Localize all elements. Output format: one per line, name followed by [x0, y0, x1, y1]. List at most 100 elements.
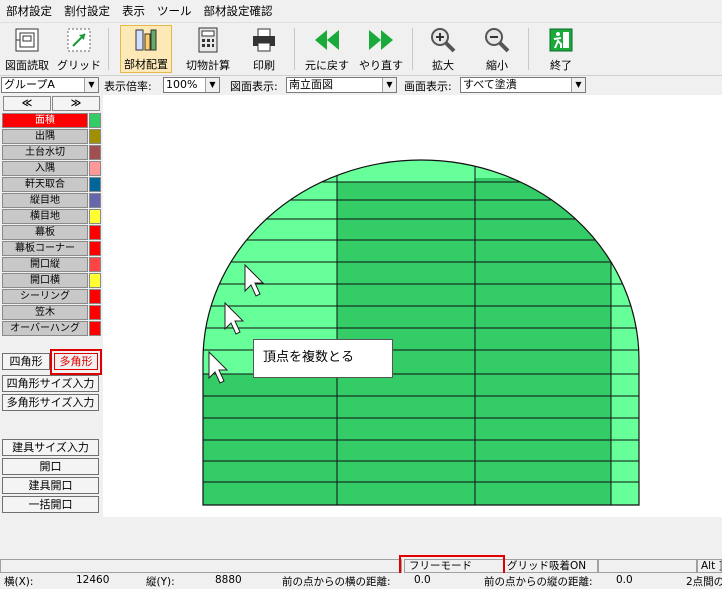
member-row[interactable]: 縦目地 [2, 193, 101, 208]
member-name[interactable]: 入隅 [2, 161, 88, 176]
member-row[interactable]: 出隅 [2, 129, 101, 144]
alt-status: Alt ] [697, 559, 722, 573]
member-name[interactable]: シーリング [2, 289, 88, 304]
drawing-canvas[interactable]: 頂点を複数とる [103, 95, 722, 517]
member-row[interactable]: 土台水切 [2, 145, 101, 160]
member-name[interactable]: 面積 [2, 113, 88, 128]
toolbar-separator [528, 28, 529, 70]
member-row[interactable]: 開口横 [2, 273, 101, 288]
print-button[interactable]: 印刷 [242, 25, 286, 73]
member-row[interactable]: オーバーハング [2, 321, 101, 336]
member-color-swatch[interactable] [89, 305, 101, 320]
member-name[interactable]: 開口横 [2, 273, 88, 288]
zoom-in-button[interactable]: 拡大 [420, 25, 466, 73]
screen-label: 画面表示: [404, 80, 452, 93]
chevron-down-icon[interactable]: ▼ [205, 78, 219, 92]
member-name[interactable]: 笠木 [2, 305, 88, 320]
member-row[interactable]: 開口縦 [2, 257, 101, 272]
member-color-swatch[interactable] [89, 241, 101, 256]
chevron-down-icon[interactable]: ▼ [382, 78, 396, 92]
calculator-icon [192, 25, 224, 55]
opening-button[interactable]: 開口 [2, 458, 99, 475]
screen-select[interactable]: すべて塗潰 ▼ [460, 77, 586, 93]
member-row[interactable]: 幕板コーナー [2, 241, 101, 256]
rect-size-button[interactable]: 四角形サイズ入力 [2, 375, 99, 392]
member-color-swatch[interactable] [89, 177, 101, 192]
drawing-read-button[interactable]: 図面読取 [3, 25, 51, 73]
status-panel-empty [598, 559, 697, 573]
fitting-opening-button[interactable]: 建具開口 [2, 477, 99, 494]
member-color-swatch[interactable] [89, 321, 101, 336]
member-name[interactable]: 出隅 [2, 129, 88, 144]
fitting-size-button[interactable]: 建具サイズ入力 [2, 439, 99, 456]
member-color-swatch[interactable] [89, 209, 101, 224]
zoom-in-icon [427, 25, 459, 55]
polygon-size-button[interactable]: 多角形サイズ入力 [2, 394, 99, 411]
toolbar-separator [412, 28, 413, 70]
zoom-out-button[interactable]: 縮小 [474, 25, 520, 73]
menu-layout-settings[interactable]: 割付設定 [58, 0, 116, 22]
member-color-swatch[interactable] [89, 273, 101, 288]
redo-icon [365, 25, 397, 55]
member-name[interactable]: 軒天取合 [2, 177, 88, 192]
two-point-label: 2点間の [686, 576, 722, 588]
view-label: 図面表示: [230, 80, 278, 93]
exit-icon [545, 25, 577, 55]
menu-member-check[interactable]: 部材設定確認 [198, 0, 279, 22]
member-row[interactable]: 笠木 [2, 305, 101, 320]
member-color-swatch[interactable] [89, 145, 101, 160]
member-color-swatch[interactable] [89, 225, 101, 240]
member-name[interactable]: 幕板 [2, 225, 88, 240]
member-row[interactable]: 横目地 [2, 209, 101, 224]
bulk-opening-button[interactable]: 一括開口 [2, 496, 99, 513]
group-select[interactable]: グループA ▼ [1, 77, 99, 93]
rect-button[interactable]: 四角形 [2, 353, 50, 370]
status-bar: フリーモード グリッド吸着ON Alt ] [0, 555, 722, 575]
menu-tools[interactable]: ツール [151, 0, 198, 22]
exit-button[interactable]: 終了 [538, 25, 584, 73]
chevron-down-icon[interactable]: ▼ [84, 78, 98, 92]
member-name[interactable]: 開口縦 [2, 257, 88, 272]
status-panel-empty [0, 559, 402, 573]
member-color-swatch[interactable] [89, 129, 101, 144]
options-row: グループA ▼ 表示倍率: 100% ▼ 図面表示: 南立面図 ▼ 画面表示: … [0, 76, 722, 94]
highlight-frame [50, 349, 102, 375]
member-color-swatch[interactable] [89, 113, 101, 128]
app-window: 部材設定 割付設定 表示 ツール 部材設定確認 図面読取 グリッド 部材配置 切… [0, 0, 722, 589]
member-row[interactable]: シーリング [2, 289, 101, 304]
member-color-swatch[interactable] [89, 161, 101, 176]
member-name[interactable]: 土台水切 [2, 145, 88, 160]
undo-button[interactable]: 元に戻す [302, 25, 352, 73]
chevron-down-icon[interactable]: ▼ [571, 78, 585, 92]
menu-member-settings[interactable]: 部材設定 [0, 0, 58, 22]
scale-select[interactable]: 100% ▼ [163, 77, 220, 93]
member-row[interactable]: 軒天取合 [2, 177, 101, 192]
tooltip-box: 頂点を複数とる [253, 339, 393, 378]
member-color-swatch[interactable] [89, 289, 101, 304]
place-member-button[interactable]: 部材配置 [120, 25, 172, 73]
x-value: 12460 [76, 574, 110, 586]
drawing-read-icon [11, 25, 43, 55]
prev-page-button[interactable]: ≪ [3, 96, 51, 111]
menu-view[interactable]: 表示 [116, 0, 151, 22]
member-row[interactable]: 幕板 [2, 225, 101, 240]
member-name[interactable]: 縦目地 [2, 193, 88, 208]
member-name[interactable]: 横目地 [2, 209, 88, 224]
member-color-swatch[interactable] [89, 257, 101, 272]
member-name[interactable]: 幕板コーナー [2, 241, 88, 256]
place-member-icon [130, 26, 162, 54]
elevation-drawing [202, 159, 640, 506]
next-page-button[interactable]: ≫ [52, 96, 100, 111]
highlight-frame [399, 555, 505, 575]
cut-calc-button[interactable]: 切物計算 [182, 25, 234, 73]
prev-h-value: 0.0 [414, 574, 431, 586]
member-row[interactable]: 入隅 [2, 161, 101, 176]
menu-bar: 部材設定 割付設定 表示 ツール 部材設定確認 [0, 0, 722, 23]
redo-button[interactable]: やり直す [356, 25, 406, 73]
grid-button[interactable]: グリッド [55, 25, 103, 73]
member-row[interactable]: 面積 [2, 113, 101, 128]
view-select[interactable]: 南立面図 ▼ [286, 77, 397, 93]
member-name[interactable]: オーバーハング [2, 321, 88, 336]
x-label: 横(X): [4, 576, 34, 588]
member-color-swatch[interactable] [89, 193, 101, 208]
